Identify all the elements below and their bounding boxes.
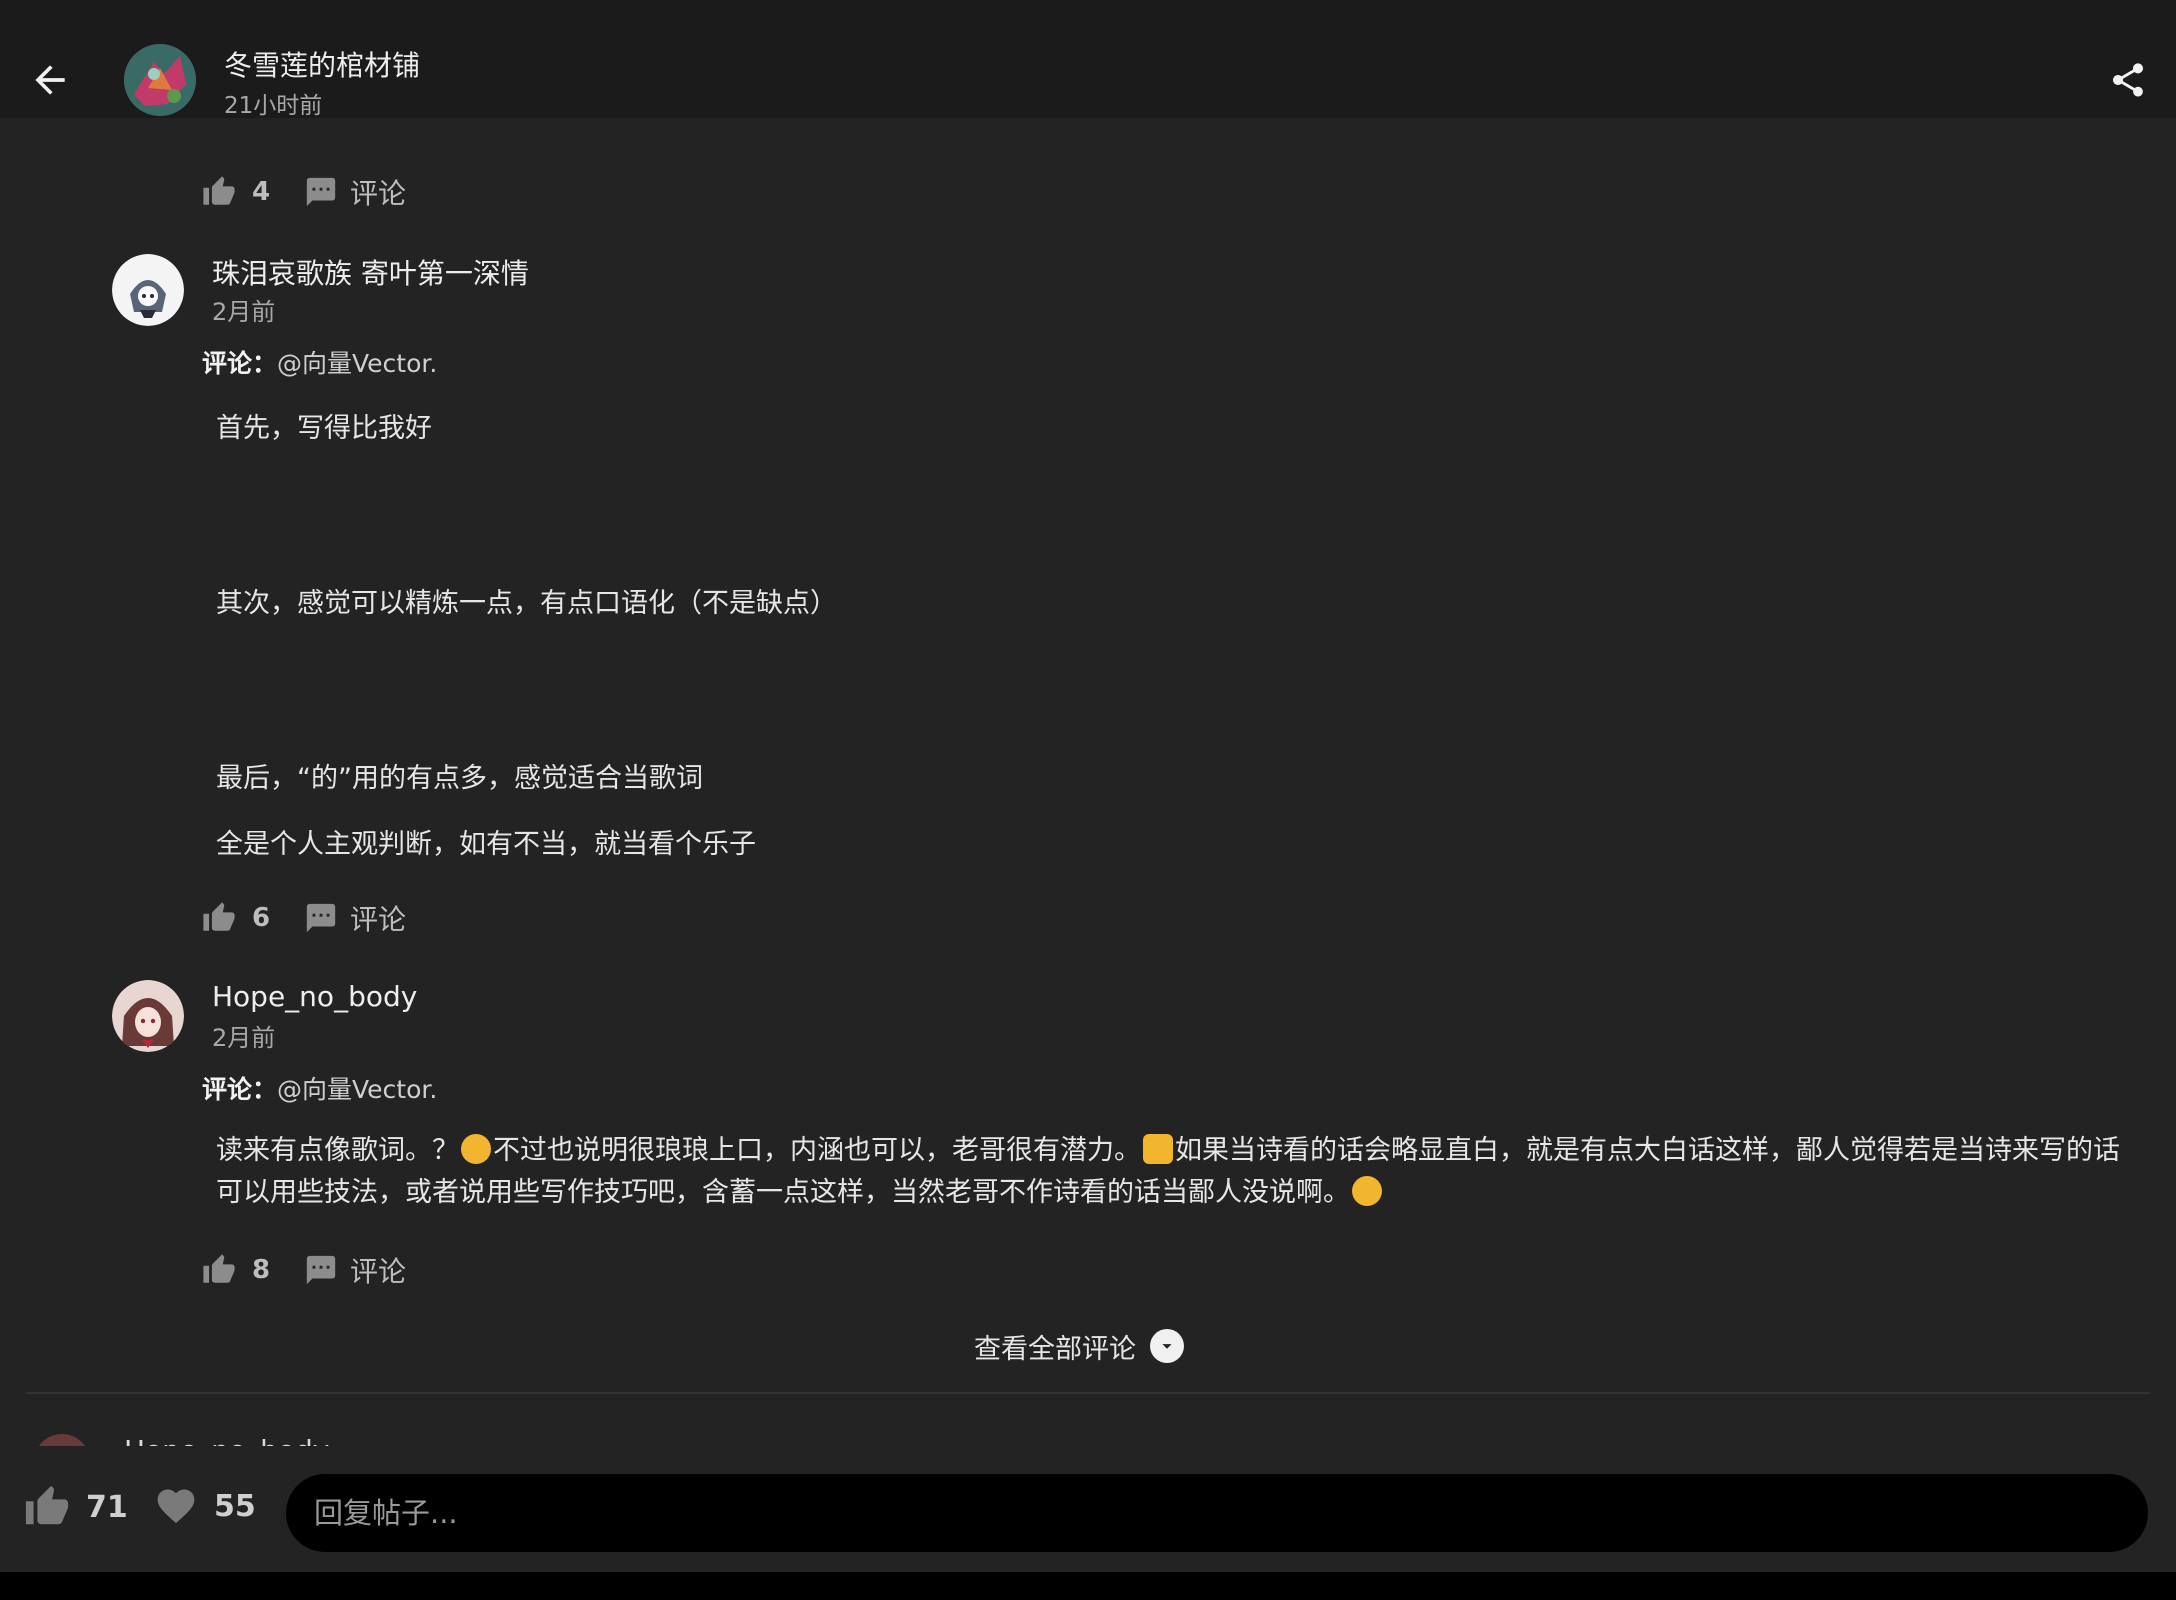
comment-bubble-icon (306, 1255, 336, 1285)
comment-actions: 6 评论 (202, 896, 406, 940)
savoring-face-emoji-icon (1352, 1176, 1382, 1206)
comment-label: 评论 (350, 177, 407, 210)
post-author-name[interactable]: 冬雪莲的棺材铺 (224, 44, 420, 84)
chevron-down-icon (1150, 1329, 1184, 1363)
like-button[interactable]: 6 (202, 901, 304, 935)
like-count: 8 (252, 1255, 271, 1285)
comment-text-line: 其次，感觉可以精炼一点，有点口语化（不是缺点） (216, 588, 837, 619)
comment-text-part: 不过也说明很琅琅上口，内涵也可以，老哥很有潜力。 (493, 1135, 1141, 1166)
comment-bubble-icon (306, 903, 336, 933)
comment-label: 评论 (350, 903, 407, 936)
thumbs-up-icon (203, 176, 235, 205)
author-avatar[interactable] (124, 44, 196, 116)
back-button[interactable] (28, 58, 72, 102)
comment-button[interactable]: 评论 (304, 898, 406, 938)
thumbs-up-icon (203, 902, 235, 931)
commenter-avatar[interactable] (112, 254, 184, 326)
comment-actions: 8 评论 (202, 1248, 406, 1292)
comment-list[interactable]: 4 评论 珠泪哀歌族 寄叶第一深情 2月前 评论：@向量Vector. 首先，写… (0, 118, 2176, 1446)
bottom-bar: 71 55 (0, 1446, 2176, 1572)
like-count: 6 (252, 903, 271, 933)
commenter-name[interactable]: 珠泪哀歌族 寄叶第一深情 (212, 252, 529, 292)
avatar-image (112, 980, 184, 1052)
reply-reference-label: 评论： (202, 349, 278, 378)
comment-text-line: 全是个人主观判断，如有不当，就当看个乐子 (216, 829, 756, 860)
share-button[interactable] (2108, 60, 2148, 100)
comment-time: 2月前 (212, 298, 276, 326)
view-all-label: 查看全部评论 (974, 1333, 1136, 1365)
comment-button[interactable]: 评论 (304, 1250, 406, 1290)
like-count: 4 (252, 177, 271, 207)
top-bar: 冬雪莲的棺材铺 21小时前 (0, 0, 2176, 119)
comment-text: 读来有点像歌词。？ 不过也说明很琅琅上口，内涵也可以，老哥很有潜力。 如果当诗看的话… (216, 1130, 2126, 1214)
avatar-image (112, 254, 184, 326)
commenter-avatar[interactable] (112, 980, 184, 1052)
reply-reference-target[interactable]: @向量Vector. (277, 349, 437, 378)
section-divider (26, 1392, 2150, 1394)
reply-input[interactable] (286, 1474, 2148, 1552)
thumbs-up-icon (25, 1485, 69, 1525)
reply-reference-label: 评论： (202, 1075, 278, 1104)
post-favorite-count: 55 (214, 1488, 256, 1524)
next-post-author[interactable]: Hope_no_body (124, 1434, 329, 1446)
comment-text-part: 读来有点像歌词。？ (216, 1135, 459, 1166)
comment-actions: 4 评论 (202, 170, 406, 214)
thinking-face-emoji-icon (461, 1134, 491, 1164)
comment-bubble-icon (306, 177, 336, 207)
comment-label: 评论 (350, 1255, 407, 1288)
next-post-avatar[interactable] (34, 1434, 90, 1446)
avatar-image (124, 44, 196, 116)
thumbs-up-emoji-icon (1143, 1134, 1173, 1164)
comment-button[interactable]: 评论 (304, 172, 406, 212)
thumbs-up-icon (203, 1254, 235, 1283)
like-button[interactable]: 4 (202, 175, 304, 209)
post-favorite-button[interactable]: 55 (154, 1484, 256, 1528)
reply-reference: 评论：@向量Vector. (202, 344, 437, 380)
comment-time: 2月前 (212, 1024, 276, 1052)
share-icon (2113, 63, 2143, 97)
comment-text-line: 最后，“的”用的有点多，感觉适合当歌词 (216, 763, 703, 794)
system-nav-strip (0, 1572, 2176, 1600)
like-button[interactable]: 8 (202, 1253, 304, 1287)
reply-reference-target[interactable]: @向量Vector. (277, 1075, 437, 1104)
post-like-count: 71 (86, 1489, 128, 1525)
commenter-name[interactable]: Hope_no_body (212, 980, 417, 1013)
reply-reference: 评论：@向量Vector. (202, 1070, 437, 1106)
post-like-button[interactable]: 71 (24, 1484, 128, 1530)
arrow-left-icon (35, 65, 65, 95)
comment-text-line: 首先，写得比我好 (216, 413, 432, 444)
post-time: 21小时前 (224, 93, 323, 119)
heart-icon (157, 1489, 195, 1524)
view-all-comments-button[interactable]: 查看全部评论 (974, 1326, 1184, 1366)
